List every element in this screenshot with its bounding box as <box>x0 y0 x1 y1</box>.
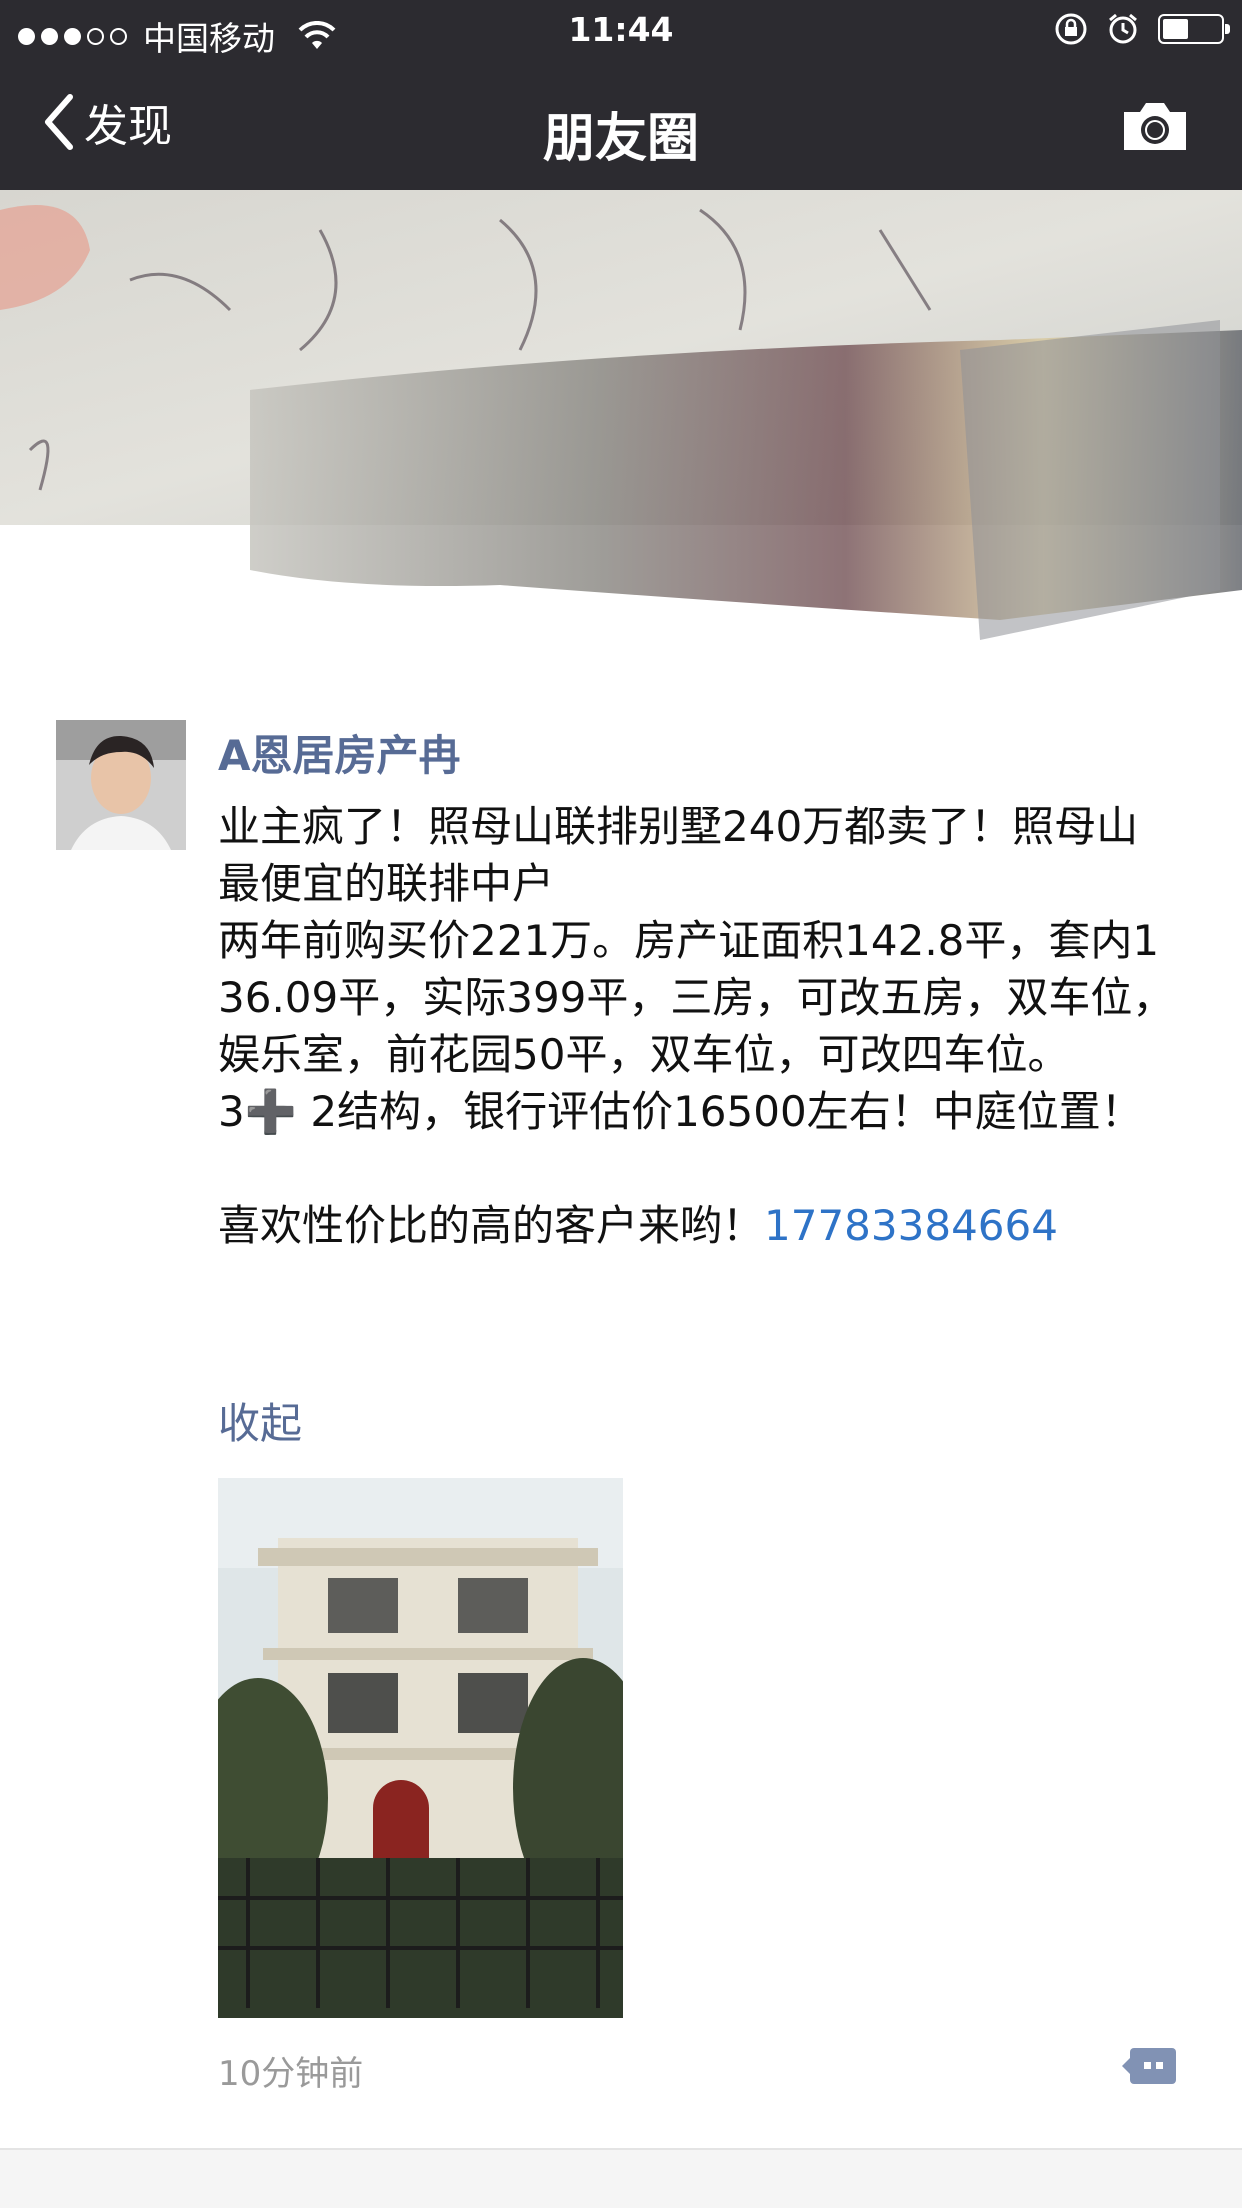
rotation-lock-icon <box>1055 13 1087 45</box>
post-photo[interactable] <box>218 1478 623 2018</box>
avatar[interactable] <box>56 720 186 850</box>
post-body: 业主疯了！照母山联排别墅240万都卖了！照母山最便宜的联排中户 两年前购买价22… <box>218 802 1175 1250</box>
battery-nub <box>1225 24 1230 34</box>
battery-fill <box>1163 19 1188 39</box>
battery-icon <box>1158 14 1230 44</box>
comment-icon[interactable] <box>1120 2044 1180 2088</box>
post-text: 业主疯了！照母山联排别墅240万都卖了！照母山最便宜的联排中户 两年前购买价22… <box>218 798 1178 1254</box>
cover-image[interactable] <box>0 190 1242 660</box>
villa-photo <box>218 1478 623 2018</box>
collapse-link[interactable]: 收起 <box>218 1390 302 1451</box>
nav-bar: 发现 朋友圈 <box>0 62 1242 190</box>
post-timestamp: 10分钟前 <box>218 2054 364 2094</box>
phone-link[interactable]: 17783384664 <box>764 1201 1058 1250</box>
status-bar: 中国移动 11:44 <box>0 0 1242 62</box>
post-author[interactable]: A恩居房产冉 <box>218 722 461 783</box>
camera-icon[interactable] <box>1120 98 1190 154</box>
next-post-area <box>0 2150 1242 2208</box>
page-title: 朋友圈 <box>542 109 699 169</box>
alarm-icon <box>1109 13 1137 44</box>
cover-painting <box>0 190 1242 660</box>
avatar-photo <box>56 720 186 850</box>
